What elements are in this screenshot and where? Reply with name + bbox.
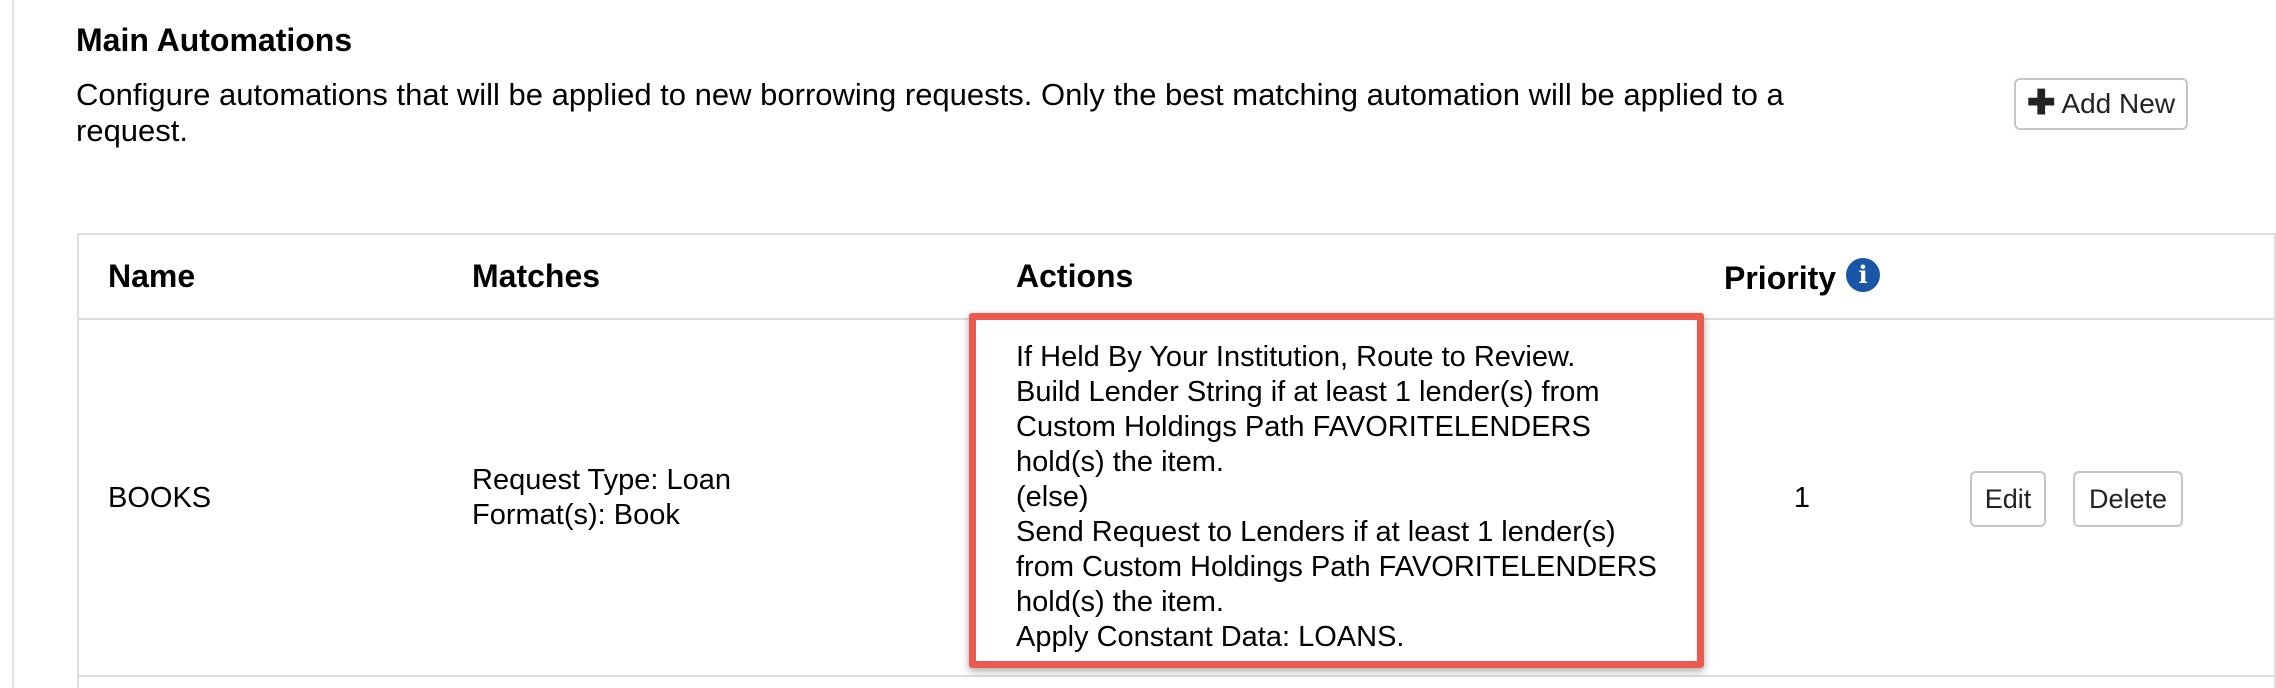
- row-priority: 1: [1793, 482, 1811, 514]
- action-line: Custom Holdings Path FAVORITELENDERS: [1016, 411, 1591, 443]
- section-title: Main Automations: [76, 22, 353, 58]
- action-line: from Custom Holdings Path FAVORITELENDER…: [1016, 551, 1657, 583]
- action-line: Apply Constant Data: LOANS.: [1016, 621, 1405, 653]
- priority-header-label: Priority: [1724, 260, 1837, 296]
- action-line: Send Request to Lenders if at least 1 le…: [1016, 516, 1616, 548]
- row-name: BOOKS: [108, 482, 212, 514]
- action-line: hold(s) the item.: [1016, 446, 1224, 478]
- edit-button[interactable]: Edit: [1970, 471, 2046, 527]
- section-description: Configure automations that will be appli…: [76, 77, 1784, 148]
- action-line: Build Lender String if at least 1 lender…: [1016, 376, 1600, 408]
- left-border: [12, 0, 14, 688]
- action-line: hold(s) the item.: [1016, 586, 1224, 618]
- plus-icon: ✚: [2026, 83, 2056, 122]
- column-header-name: Name: [108, 258, 196, 294]
- action-line: (else): [1016, 481, 1089, 513]
- delete-button[interactable]: Delete: [2073, 471, 2183, 527]
- action-line: If Held By Your Institution, Route to Re…: [1016, 341, 1576, 373]
- add-new-label: Add New: [2061, 88, 2176, 119]
- add-new-button[interactable]: ✚ Add New: [2014, 78, 2188, 130]
- row-divider: [79, 675, 2276, 677]
- column-header-matches: Matches: [472, 258, 601, 294]
- row-matches: Request Type: Loan Format(s): Book: [472, 463, 731, 533]
- match-line: Format(s): Book: [472, 499, 680, 531]
- match-line: Request Type: Loan: [472, 464, 732, 496]
- column-header-priority: Priority i: [1724, 258, 1881, 298]
- row-actions: If Held By Your Institution, Route to Re…: [1016, 340, 1696, 655]
- column-header-actions: Actions: [1016, 258, 1134, 294]
- info-icon[interactable]: i: [1846, 258, 1881, 292]
